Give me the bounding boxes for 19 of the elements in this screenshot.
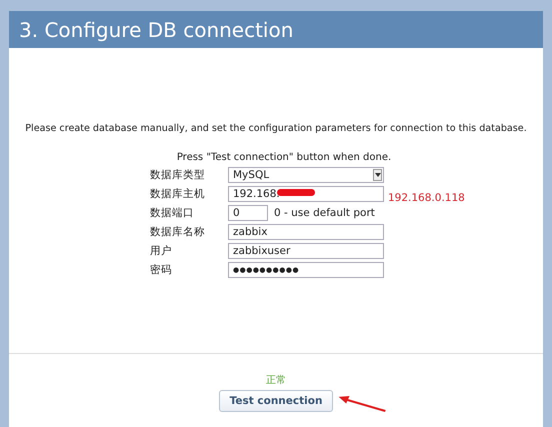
annotation-arrow [337, 394, 387, 413]
field-label: 数据库类型 [150, 168, 206, 183]
database-type-dropdown[interactable]: MySQL [228, 167, 384, 183]
hint-text: Press "Test connection" button when done. [176, 152, 392, 163]
field-label: 用户 [150, 244, 173, 259]
status-text: 正常 [266, 374, 286, 387]
field-label: 数据库名称 [150, 225, 206, 240]
field-label: 数据端口 [150, 206, 195, 221]
field-note: 0 - use default port [274, 207, 375, 219]
input-field[interactable]: 192.168. [228, 186, 384, 202]
test-connection-button[interactable]: Test connection [219, 390, 333, 412]
input-field[interactable]: zabbixuser [228, 243, 384, 259]
input-field[interactable]: 0 [228, 205, 268, 221]
field-label: 密码 [150, 263, 173, 278]
input-field[interactable]: zabbix [228, 224, 384, 240]
field-label: 数据库主机 [150, 187, 206, 202]
annotation-text: 192.168.0.118 [388, 192, 465, 204]
page-title: 3. Configure DB connection [19, 18, 294, 42]
intro-text: Please create database manually, and set the configuration parameters for connection to this database. [25, 123, 527, 134]
